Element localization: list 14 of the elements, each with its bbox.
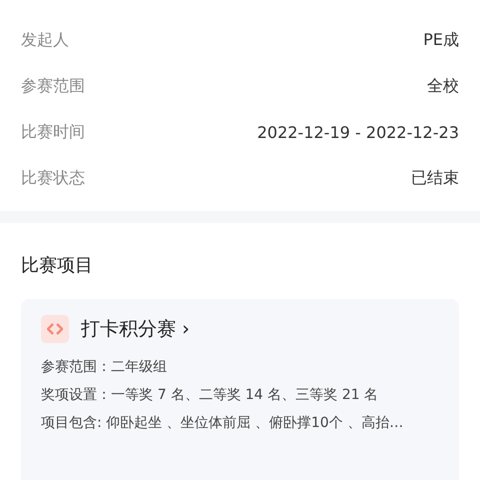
field-label: 比赛状态: [21, 168, 85, 188]
field-label: 比赛时间: [21, 122, 85, 142]
field-value: PE成: [423, 30, 459, 50]
field-value: 2022-12-19 - 2022-12-23: [257, 122, 459, 142]
project-detail: 项目包含: 仰卧起坐 、坐位体前屈 、俯卧撑10个 、高抬…: [41, 414, 404, 433]
section-title: 比赛项目: [21, 254, 94, 278]
project-link[interactable]: 打卡积分赛 ›: [81, 316, 190, 342]
project-detail: 奖项设置：一等奖 7 名、二等奖 14 名、三等奖 21 名: [41, 386, 380, 405]
field-value: 全校: [427, 76, 459, 96]
project-detail: 参赛范围：二年级组: [41, 358, 168, 377]
field-value: 已结束: [411, 168, 459, 188]
field-label: 发起人: [21, 30, 69, 50]
field-label: 参赛范围: [21, 76, 85, 96]
code-icon: [41, 315, 69, 343]
